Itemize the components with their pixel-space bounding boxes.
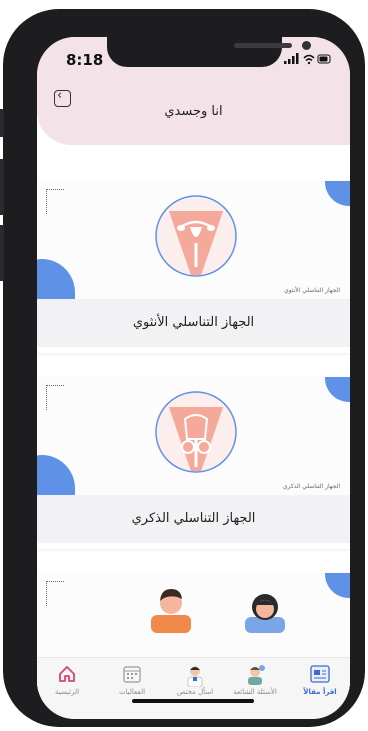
blob-decoration [325,573,350,598]
tab-label: اقرأ مقالاً [303,688,337,696]
tab-faq[interactable]: الأسئلة الشائعة [225,665,285,696]
volume-down-button [0,225,4,281]
image-label: الجهاز التناسلي الأنثوي [284,287,340,294]
tab-bar: اقرأ مقالاً الأسئلة الشائعة اسأل مختص ال… [37,657,350,719]
doctor-icon [187,666,203,688]
status-time: 8:18 [66,51,104,69]
image-label: الجهاز التناسلي الذكري [282,483,340,490]
card-caption: الجهاز التناسلي الذكري [37,495,350,543]
dotted-corner-decoration [46,189,64,214]
faq-people-icon [248,665,265,685]
blob-decoration [325,181,350,206]
camera [302,41,311,50]
tab-label: الأسئلة الشائعة [233,688,277,696]
blob-decoration [37,259,75,299]
male-reproductive-system-illustration: الجهاز التناسلي الذكري [37,377,350,495]
card-caption: الجهاز التناسلي الأنثوي [37,299,350,347]
newspaper-icon [310,665,330,683]
signal-wifi-battery-icon [284,53,331,65]
notch [107,37,311,67]
home-icon [59,666,75,682]
female-anatomy-icon [155,195,237,277]
male-anatomy-icon [155,391,237,473]
tab-label: الرئيسية [54,688,80,696]
tab-events[interactable]: الفعاليات [102,665,162,696]
chevron-left-icon: ‹ [57,88,63,103]
tab-ask-expert[interactable]: اسأل مختص [165,665,225,696]
home-indicator [132,699,254,703]
female-reproductive-system-illustration: الجهاز التناسلي الأنثوي [37,181,350,299]
mute-switch [0,109,4,137]
article-card-male[interactable]: الجهاز التناسلي الذكري الجهاز التناسلي ا… [37,377,350,549]
tab-home[interactable]: الرئيسية [37,665,97,696]
speaker [234,43,292,48]
status-icons [284,53,332,68]
girl-icon [245,594,285,633]
phone-frame: 8:18 ‹ انا وجسدي الجهاز التناسلي الأنثوي… [0,9,365,727]
volume-up-button [0,159,4,215]
screen: 8:18 ‹ انا وجسدي الجهاز التناسلي الأنثوي… [37,37,350,719]
dotted-corner-decoration [46,581,64,606]
blob-decoration [325,377,350,402]
article-card-female[interactable]: الجهاز التناسلي الأنثوي الجهاز التناسلي … [37,181,350,353]
calendar-icon [123,666,141,683]
tab-label: اسأل مختص [176,688,214,696]
tab-read-article[interactable]: اقرأ مقالاً [290,665,350,696]
tab-label: الفعاليات [118,688,146,696]
dotted-corner-decoration [46,385,64,410]
blob-decoration [37,455,75,495]
boy-icon [151,589,191,633]
page-title: انا وجسدي [164,104,223,119]
